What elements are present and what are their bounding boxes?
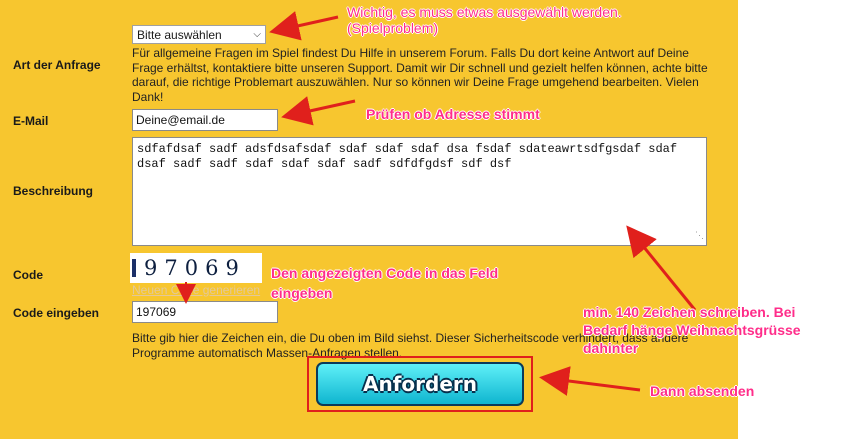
- annotation-arrows: [176, 11, 697, 396]
- arrow-to-email: [281, 96, 356, 126]
- annotation-select-2: (Spielproblem): [347, 20, 439, 36]
- arrow-to-submit: [539, 366, 641, 396]
- arrow-to-textarea: [626, 225, 697, 311]
- annotation-code-2: eingeben: [271, 285, 333, 301]
- annotation-submit: Dann absenden: [650, 383, 755, 399]
- annotation-description-2: Bedarf hänge Weihnachtsgrüsse: [583, 322, 801, 338]
- annotation-email: Prüfen ob Adresse stimmt: [366, 106, 540, 122]
- annotation-code-1: Den angezeigten Code in das Feld: [271, 265, 499, 281]
- annotation-description-1: min. 140 Zeichen schreiben. Bei: [583, 304, 796, 320]
- annotation-description-3: dahinter: [583, 340, 639, 356]
- annotation-select-1: Wichtig, es muss etwas ausgewählt werden…: [347, 4, 622, 20]
- arrow-to-select: [269, 11, 339, 41]
